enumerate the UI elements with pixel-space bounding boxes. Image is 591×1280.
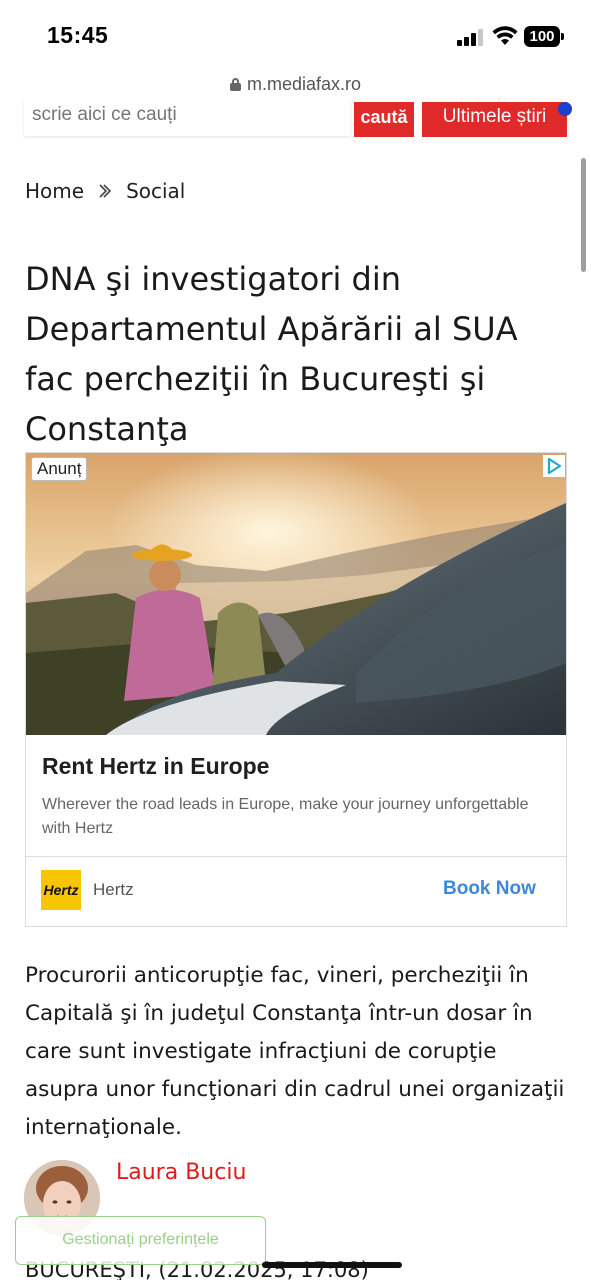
- book-now-button[interactable]: Book Now: [443, 878, 536, 900]
- breadcrumb: Home Social: [25, 176, 185, 206]
- author-name[interactable]: Laura Buciu: [116, 1160, 246, 1185]
- advertiser-name: Hertz: [93, 880, 134, 899]
- breadcrumb-home[interactable]: Home: [25, 179, 84, 203]
- search-button[interactable]: caută: [354, 102, 414, 137]
- ad-card[interactable]: Anunț Rent Hertz in Europe Wherever the …: [25, 452, 567, 927]
- status-bar: 15:45 100: [0, 0, 591, 70]
- home-indicator[interactable]: [262, 1262, 402, 1268]
- ad-description: Wherever the road leads in Europe, make …: [42, 796, 529, 837]
- scrollbar[interactable]: [581, 158, 586, 272]
- wifi-icon: [492, 26, 518, 45]
- ad-badge: Anunț: [31, 457, 88, 481]
- notification-dot-icon: [558, 102, 572, 116]
- lock-icon: [229, 78, 241, 91]
- cookie-preferences-button[interactable]: Gestionați preferințele: [15, 1216, 266, 1265]
- ad-photo: [26, 453, 566, 735]
- adchoices-icon[interactable]: [543, 455, 565, 477]
- latest-news-button[interactable]: Ultimele știri: [422, 102, 567, 137]
- site-header: caută Ultimele știri: [0, 102, 591, 152]
- battery-icon: 100: [524, 26, 564, 47]
- article-lead: Procurorii anticorupţie fac, vineri, per…: [25, 963, 565, 1140]
- cellular-signal-icon: [457, 28, 485, 46]
- ad-divider: [26, 856, 566, 857]
- address-bar[interactable]: m.mediafax.ro: [0, 70, 591, 102]
- hertz-logo-icon: Hertz: [41, 870, 81, 910]
- breadcrumb-section[interactable]: Social: [126, 179, 185, 203]
- url-text: m.mediafax.ro: [246, 74, 362, 94]
- status-time: 15:45: [47, 22, 109, 48]
- ad-image[interactable]: Anunț: [26, 453, 566, 735]
- battery-level: 100: [529, 28, 555, 45]
- search-input[interactable]: [24, 102, 350, 136]
- ad-headline[interactable]: Rent Hertz in Europe: [42, 753, 269, 780]
- chevron-right-icon: [99, 184, 112, 198]
- page-title: DNA şi investigatori din Departamentul A…: [25, 260, 518, 448]
